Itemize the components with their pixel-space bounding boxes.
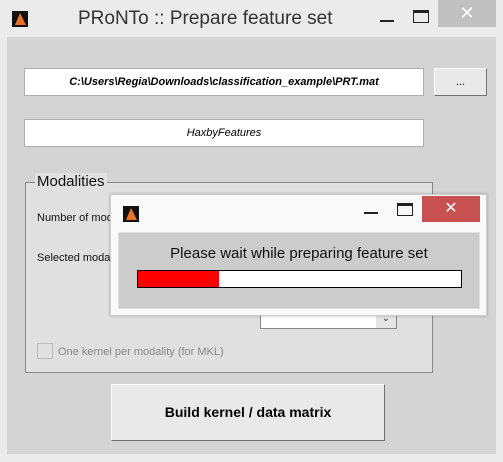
browse-button[interactable]: ... xyxy=(434,68,487,96)
feature-set-name-field[interactable]: HaxbyFeatures xyxy=(24,119,424,147)
matlab-icon xyxy=(123,206,139,222)
progress-bar-fill xyxy=(138,271,219,287)
close-button[interactable]: ✕ xyxy=(438,0,496,27)
progress-bar xyxy=(137,270,462,288)
matlab-icon xyxy=(12,11,28,27)
dialog-close-button[interactable]: ✕ xyxy=(422,196,480,222)
dialog-maximize-button[interactable] xyxy=(397,203,413,216)
mkl-checkbox[interactable] xyxy=(37,343,53,359)
build-kernel-button[interactable]: Build kernel / data matrix xyxy=(111,384,385,441)
progress-dialog: ✕ Please wait while preparing feature se… xyxy=(110,194,487,316)
window-title: PRoNTo :: Prepare feature set xyxy=(78,8,333,29)
number-of-modalities-label: Number of mod xyxy=(37,212,113,224)
modalities-legend: Modalities xyxy=(35,173,107,190)
dialog-content: Please wait while preparing feature set xyxy=(118,232,480,309)
minimize-button[interactable] xyxy=(380,20,394,22)
dialog-minimize-button[interactable] xyxy=(364,212,378,214)
selected-modality-label: Selected modal xyxy=(37,252,113,264)
progress-message: Please wait while preparing feature set xyxy=(170,245,428,262)
prt-path-field[interactable]: C:\Users\Regia\Downloads\classification_… xyxy=(24,68,424,96)
mkl-checkbox-label: One kernel per modality (for MKL) xyxy=(58,346,224,358)
maximize-button[interactable] xyxy=(413,10,429,23)
